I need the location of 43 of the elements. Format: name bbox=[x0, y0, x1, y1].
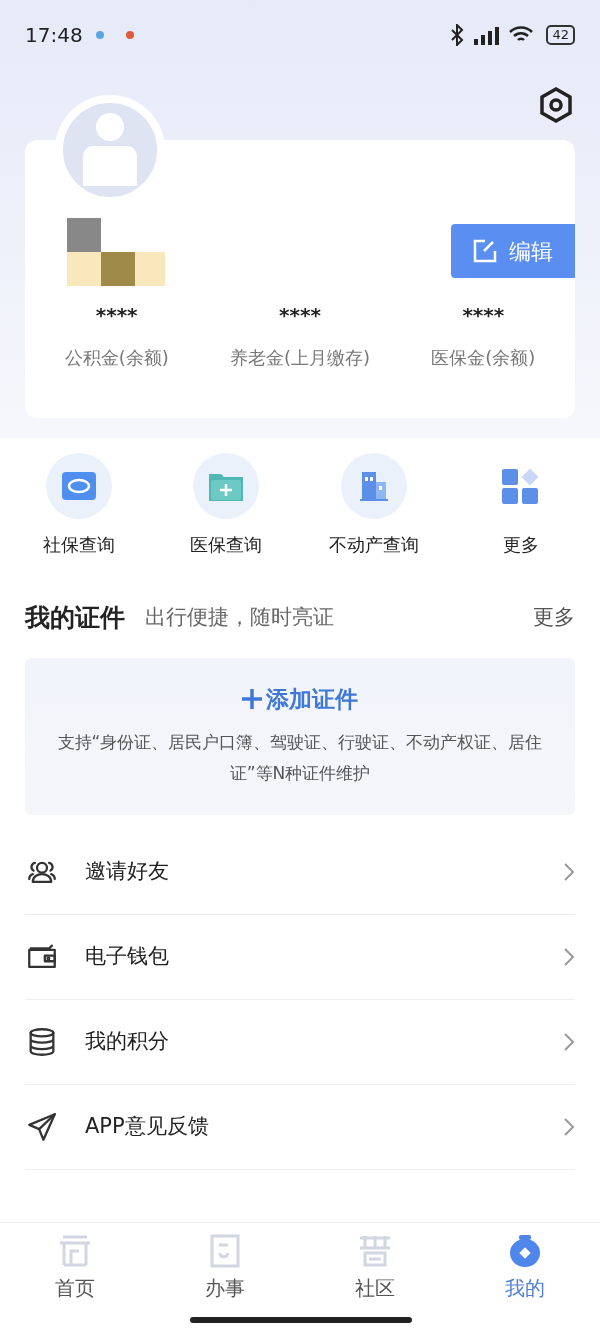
chevron-right-icon bbox=[563, 1032, 575, 1052]
card-icon bbox=[61, 472, 96, 500]
menu-item[interactable]: 我的积分 bbox=[25, 1000, 575, 1085]
certificate-description: 支持“身份证、居民户口簿、驾驶证、行驶证、不动产权证、居住证”等N种证件维护 bbox=[56, 730, 544, 785]
send-icon bbox=[25, 1110, 59, 1144]
more-link[interactable]: 更多 bbox=[533, 602, 575, 634]
shortcut-button[interactable]: 医保查询 bbox=[152, 453, 300, 578]
section-title: 我的证件 bbox=[25, 602, 125, 635]
jar-icon bbox=[507, 1233, 543, 1269]
notification-dot-icon bbox=[94, 30, 105, 40]
menu-item[interactable]: 邀请好友 bbox=[25, 830, 575, 915]
masked-value: **** bbox=[279, 302, 321, 329]
grid-icon bbox=[502, 467, 541, 505]
tab-item[interactable]: 办事 bbox=[150, 1233, 300, 1311]
menu-item[interactable]: 电子钱包 bbox=[25, 915, 575, 1000]
chevron-right-icon bbox=[563, 947, 575, 967]
settings-icon[interactable] bbox=[537, 86, 575, 124]
masked-value: **** bbox=[462, 302, 505, 329]
notification-dot-icon bbox=[124, 30, 135, 40]
status-time: 17:48 bbox=[25, 22, 83, 49]
tab-item[interactable]: 社区 bbox=[300, 1233, 450, 1311]
stat-label: 公积金(余额) bbox=[64, 346, 169, 370]
plus-icon bbox=[242, 689, 262, 710]
battery-indicator: 42 bbox=[546, 25, 575, 45]
add-certificate-button[interactable]: 添加证件 bbox=[242, 682, 358, 717]
signal-icon bbox=[472, 25, 501, 45]
stat-label: 养老金(上月缴存) bbox=[229, 346, 370, 370]
shortcut-button[interactable]: 社保查询 bbox=[5, 453, 153, 578]
stat-label: 医保金(余额) bbox=[431, 346, 536, 370]
tab-item[interactable]: 我的 bbox=[450, 1233, 600, 1311]
chevron-right-icon bbox=[563, 862, 575, 882]
masked-value: **** bbox=[95, 302, 138, 329]
tab-item[interactable]: 首页 bbox=[0, 1233, 150, 1311]
chevron-right-icon bbox=[563, 1117, 575, 1137]
shortcut-button[interactable]: 更多 bbox=[447, 453, 595, 578]
bluetooth-icon bbox=[450, 24, 465, 46]
menu-item[interactable]: APP意见反馈 bbox=[25, 1085, 575, 1170]
folder-plus-icon bbox=[209, 471, 244, 501]
shortcut-button[interactable]: 不动产查询 bbox=[300, 453, 448, 578]
building-icon bbox=[357, 470, 390, 502]
gate-icon bbox=[57, 1233, 93, 1269]
edit-icon bbox=[473, 239, 497, 263]
section-subtitle: 出行便捷，随时亮证 bbox=[145, 604, 334, 632]
